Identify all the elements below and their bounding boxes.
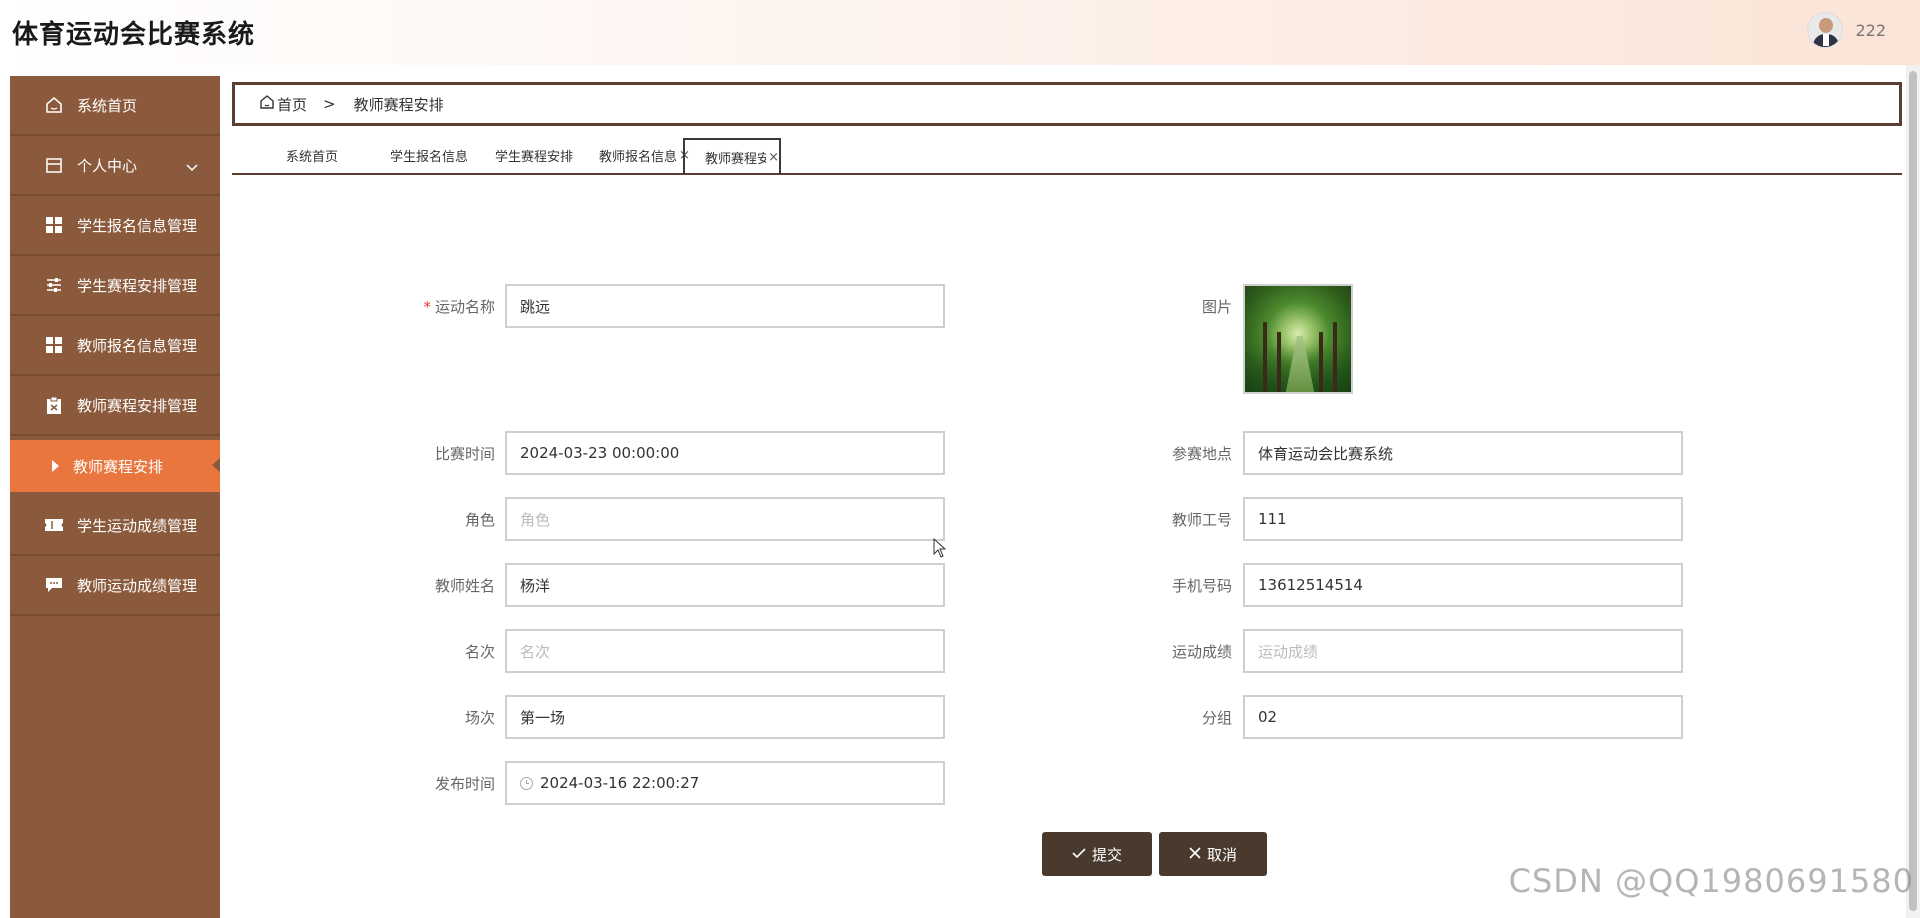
sidebar-item-personal-center[interactable]: 个人中心 xyxy=(10,136,220,196)
sidebar-item-label: 教师赛程安排 xyxy=(73,457,164,476)
avatar[interactable] xyxy=(1807,12,1844,48)
chat-icon xyxy=(45,576,63,594)
tab-student-registration[interactable]: 学生报名信息 xyxy=(390,138,474,172)
home-icon xyxy=(259,94,275,114)
label-match-time: 比赛时间 xyxy=(434,445,495,463)
label-rank: 名次 xyxy=(464,643,495,661)
sidebar-item-teacher-schedule-management[interactable]: 教师赛程安排管理 xyxy=(10,376,220,436)
tab-bar: 系统首页 学生报名信息 学生赛程安排 教师报名信息 × 教师赛程安排 × xyxy=(232,138,1902,175)
label-session: 场次 xyxy=(464,709,495,727)
breadcrumb: 首页 > 教师赛程安排 xyxy=(232,82,1902,126)
sidebar-item-label: 个人中心 xyxy=(77,156,138,175)
venue-input[interactable]: 体育运动会比赛系统 xyxy=(1243,431,1683,475)
check-icon xyxy=(1072,845,1086,863)
sidebar-item-student-results[interactable]: 学生运动成绩管理 xyxy=(10,496,220,556)
sidebar-item-student-registration[interactable]: 学生报名信息管理 xyxy=(10,196,220,256)
ticket-icon xyxy=(45,516,63,534)
image-preview[interactable] xyxy=(1243,284,1353,394)
sidebar-item-label: 学生赛程安排管理 xyxy=(77,276,198,295)
breadcrumb-current: 教师赛程安排 xyxy=(353,95,444,114)
home-icon xyxy=(45,96,63,114)
tab-teacher-registration[interactable]: 教师报名信息 × xyxy=(599,138,695,172)
calendar-icon xyxy=(45,156,63,174)
sidebar-item-student-schedule[interactable]: 学生赛程安排管理 xyxy=(10,256,220,316)
label-image: 图片 xyxy=(1201,298,1232,316)
rank-input[interactable]: 名次 xyxy=(505,629,945,673)
role-input[interactable]: 角色 xyxy=(505,497,945,541)
grid-icon xyxy=(45,216,63,234)
label-role: 角色 xyxy=(464,511,495,529)
page-scrollbar[interactable] xyxy=(1906,65,1920,918)
label-teacher-name: 教师姓名 xyxy=(434,577,495,595)
cancel-button[interactable]: 取消 xyxy=(1159,832,1267,876)
publish-time-input[interactable]: 2024-03-16 22:00:27 xyxy=(505,761,945,805)
sidebar-item-label: 教师赛程安排管理 xyxy=(77,396,198,415)
watermark: CSDN @QQ1980691580 xyxy=(1508,862,1914,900)
group-input[interactable]: 02 xyxy=(1243,695,1683,739)
match-time-input[interactable]: 2024-03-23 00:00:00 xyxy=(505,431,945,475)
sidebar-item-label: 学生报名信息管理 xyxy=(77,216,198,235)
label-group: 分组 xyxy=(1201,709,1232,727)
label-phone: 手机号码 xyxy=(1171,577,1232,595)
breadcrumb-home[interactable]: 首页 xyxy=(259,94,307,115)
sliders-icon xyxy=(45,276,63,294)
sidebar-item-label: 教师运动成绩管理 xyxy=(77,576,198,595)
session-input[interactable]: 第一场 xyxy=(505,695,945,739)
sidebar-item-teacher-registration[interactable]: 教师报名信息管理 xyxy=(10,316,220,376)
score-input[interactable]: 运动成绩 xyxy=(1243,629,1683,673)
label-publish-time: 发布时间 xyxy=(434,775,495,793)
label-teacher-id: 教师工号 xyxy=(1171,511,1232,529)
sidebar-item-home[interactable]: 系统首页 xyxy=(10,76,220,136)
clock-icon xyxy=(520,776,533,790)
teacher-name-input[interactable]: 杨洋 xyxy=(505,563,945,607)
tab-home[interactable]: 系统首页 xyxy=(286,138,366,172)
chevron-down-icon xyxy=(186,158,198,176)
label-sport-name: * 运动名称 xyxy=(423,298,495,316)
label-venue: 参赛地点 xyxy=(1171,445,1232,463)
sidebar-item-label: 系统首页 xyxy=(77,96,138,115)
close-icon[interactable]: × xyxy=(768,150,779,165)
tab-teacher-schedule[interactable]: 教师赛程安排 × xyxy=(683,138,781,174)
teacher-id-input[interactable]: 111 xyxy=(1243,497,1683,541)
sidebar-item-label: 学生运动成绩管理 xyxy=(77,516,198,535)
sidebar: 系统首页 个人中心 学生报名信息管理 学生赛程安排管理 教师报名信息管理 教师赛… xyxy=(10,76,220,918)
app-title: 体育运动会比赛系统 xyxy=(12,20,256,50)
sport-name-input[interactable]: 跳远 xyxy=(505,284,945,328)
sidebar-item-label: 教师报名信息管理 xyxy=(77,336,198,355)
top-header: 体育运动会比赛系统 222 xyxy=(0,0,1920,65)
clipboard-icon xyxy=(45,396,63,414)
label-score: 运动成绩 xyxy=(1171,643,1232,661)
grid-icon xyxy=(45,336,63,354)
breadcrumb-separator: > xyxy=(323,95,336,113)
sidebar-item-teacher-results[interactable]: 教师运动成绩管理 xyxy=(10,556,220,616)
mouse-cursor-icon xyxy=(933,537,947,562)
tab-student-schedule[interactable]: 学生赛程安排 xyxy=(495,138,577,172)
submit-button[interactable]: 提交 xyxy=(1042,832,1152,876)
caret-right-icon xyxy=(52,460,59,472)
scrollbar-thumb[interactable] xyxy=(1909,71,1917,911)
username[interactable]: 222 xyxy=(1855,21,1886,40)
active-indicator xyxy=(212,458,220,472)
phone-input[interactable]: 13612514514 xyxy=(1243,563,1683,607)
sidebar-item-teacher-schedule[interactable]: 教师赛程安排 xyxy=(10,440,220,492)
close-icon xyxy=(1189,845,1201,863)
user-menu[interactable]: 222 xyxy=(1807,12,1886,48)
